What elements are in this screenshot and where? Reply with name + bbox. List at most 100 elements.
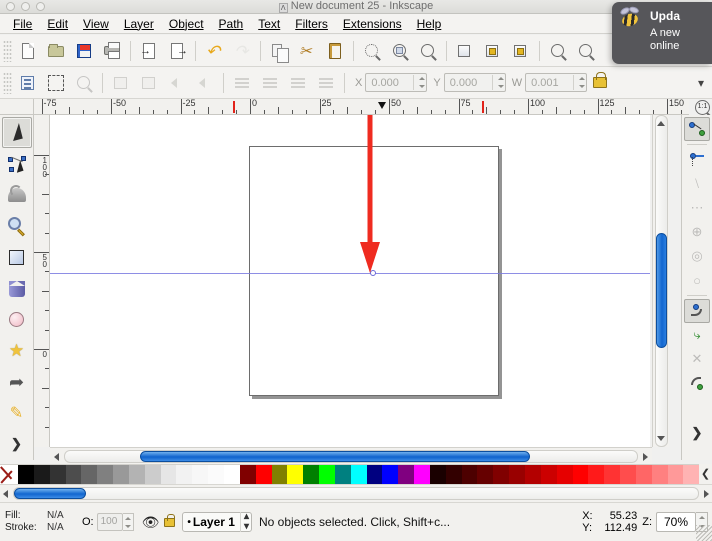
cut-button[interactable]: ✂	[293, 37, 321, 65]
palette-swatch[interactable]	[255, 465, 272, 485]
menu-help[interactable]: Help	[410, 15, 449, 33]
horizontal-guide[interactable]	[50, 273, 650, 274]
zoom-value[interactable]: 70%	[656, 512, 696, 532]
layer-selector[interactable]: • Layer 1 ▴ ▾	[182, 512, 252, 532]
deselect-button[interactable]	[70, 69, 98, 97]
palette-swatch[interactable]	[208, 465, 224, 485]
opacity-control[interactable]: O: 100	[82, 513, 134, 531]
save-document-button[interactable]	[70, 37, 98, 65]
palette-swatch[interactable]	[461, 465, 478, 485]
palette-swatch[interactable]	[113, 465, 129, 485]
palette-swatch[interactable]	[350, 465, 367, 485]
palette-swatch[interactable]	[160, 465, 177, 485]
lock-icon[interactable]	[164, 513, 176, 527]
vertical-scrollbar[interactable]	[652, 115, 669, 447]
no-color-icon[interactable]	[0, 465, 18, 484]
enable-snapping-button[interactable]	[684, 117, 710, 141]
open-document-button[interactable]	[42, 37, 70, 65]
chevron-down-icon[interactable]: ▾	[698, 76, 704, 90]
y-field[interactable]: 0.000	[443, 73, 506, 92]
ungroup-button[interactable]	[507, 37, 535, 65]
palette-swatch[interactable]	[540, 465, 557, 485]
scroll-down-arrow[interactable]	[657, 436, 665, 441]
ruler-corner[interactable]	[0, 99, 34, 115]
ellipse-tool[interactable]	[2, 304, 32, 335]
vertical-ruler[interactable]: 100500	[34, 115, 50, 447]
raise-to-top-button[interactable]	[312, 69, 340, 97]
flip-vertical-button[interactable]	[191, 69, 219, 97]
color-palette[interactable]	[0, 464, 700, 485]
group-button[interactable]	[479, 37, 507, 65]
palette-swatch[interactable]	[128, 465, 145, 485]
menu-file[interactable]: File	[6, 15, 39, 33]
palette-swatch[interactable]	[176, 465, 193, 485]
horizontal-scrollbar[interactable]	[50, 447, 652, 464]
snap-bbox-centers-button[interactable]: ◎	[684, 244, 710, 268]
menu-layer[interactable]: Layer	[117, 15, 161, 33]
palette-swatch[interactable]	[144, 465, 161, 485]
zoom-1-to-1-icon[interactable]: 1:1	[695, 100, 710, 115]
opacity-stepper[interactable]	[122, 513, 134, 531]
scroll-up-arrow[interactable]	[657, 121, 665, 126]
eye-icon[interactable]: 👁	[142, 514, 160, 531]
flip-horizontal-button[interactable]	[163, 69, 191, 97]
palette-swatch[interactable]	[572, 465, 589, 485]
palette-swatch[interactable]	[445, 465, 462, 485]
palette-swatch[interactable]	[382, 465, 399, 485]
palette-swatch[interactable]	[18, 465, 34, 485]
palette-swatch[interactable]	[97, 465, 114, 485]
zoom-tool[interactable]	[2, 211, 32, 242]
menu-edit[interactable]: Edit	[40, 15, 75, 33]
scroll-left-arrow[interactable]	[54, 453, 59, 461]
canvas-area[interactable]	[50, 115, 650, 447]
menu-view[interactable]: View	[76, 15, 116, 33]
palette-swatch[interactable]	[287, 465, 304, 485]
export-button[interactable]	[163, 37, 191, 65]
rotate-cw-button[interactable]	[135, 69, 163, 97]
tweak-tool[interactable]	[2, 179, 32, 210]
horizontal-ruler[interactable]: -75 -50 -25 0 25 50 75 100 125 150	[34, 99, 689, 115]
palette-swatch[interactable]	[667, 465, 684, 485]
palette-swatch[interactable]	[271, 465, 288, 485]
palette-swatch[interactable]	[334, 465, 351, 485]
palette-scroll-trough[interactable]	[13, 487, 699, 500]
menu-extensions[interactable]: Extensions	[336, 15, 409, 33]
w-field[interactable]: 0.001	[525, 73, 588, 92]
palette-swatch[interactable]	[477, 465, 494, 485]
rectangle-tool[interactable]	[2, 242, 32, 273]
palette-swatch[interactable]	[525, 465, 541, 485]
menu-object[interactable]: Object	[162, 15, 211, 33]
scroll-right-arrow[interactable]	[643, 453, 648, 461]
raise-button[interactable]	[284, 69, 312, 97]
snap-bbox-midpoints-button[interactable]: ⊕	[684, 220, 710, 244]
y-field-stepper[interactable]	[491, 75, 504, 90]
palette-swatch[interactable]	[192, 465, 209, 485]
horizontal-scroll-thumb[interactable]	[140, 451, 530, 462]
vertical-scroll-thumb[interactable]	[656, 233, 667, 348]
palette-swatch[interactable]	[493, 465, 510, 485]
copy-button[interactable]	[265, 37, 293, 65]
palette-swatch[interactable]	[366, 465, 383, 485]
box3d-tool[interactable]	[2, 273, 32, 304]
lock-ratio-icon[interactable]	[593, 72, 608, 88]
palette-swatch[interactable]	[683, 465, 700, 485]
palette-swatch[interactable]	[239, 465, 256, 485]
palette-swatch[interactable]	[33, 465, 50, 485]
document-properties-button[interactable]	[572, 37, 600, 65]
fill-stroke-indicator[interactable]: Fill: N/A Stroke: N/A	[0, 510, 78, 534]
snap-bbox-edges-button[interactable]: ⧵	[684, 172, 710, 196]
palette-scroll-left-button[interactable]: ❮	[699, 464, 712, 484]
pencil-tool[interactable]: ✎	[2, 398, 32, 429]
selector-tool[interactable]	[1, 117, 32, 149]
rotate-ccw-button[interactable]	[107, 69, 135, 97]
snap-cusp-nodes-button[interactable]	[684, 371, 710, 395]
print-document-button[interactable]	[98, 37, 126, 65]
zoom-page-button[interactable]	[414, 37, 442, 65]
snap-bounding-box-button[interactable]	[684, 148, 710, 172]
select-all-button[interactable]	[14, 69, 42, 97]
update-notification[interactable]: Upda A new online	[612, 2, 712, 64]
palette-swatch[interactable]	[81, 465, 98, 485]
lower-to-bottom-button[interactable]	[228, 69, 256, 97]
palette-swatch[interactable]	[65, 465, 82, 485]
node-tool[interactable]	[2, 148, 32, 179]
